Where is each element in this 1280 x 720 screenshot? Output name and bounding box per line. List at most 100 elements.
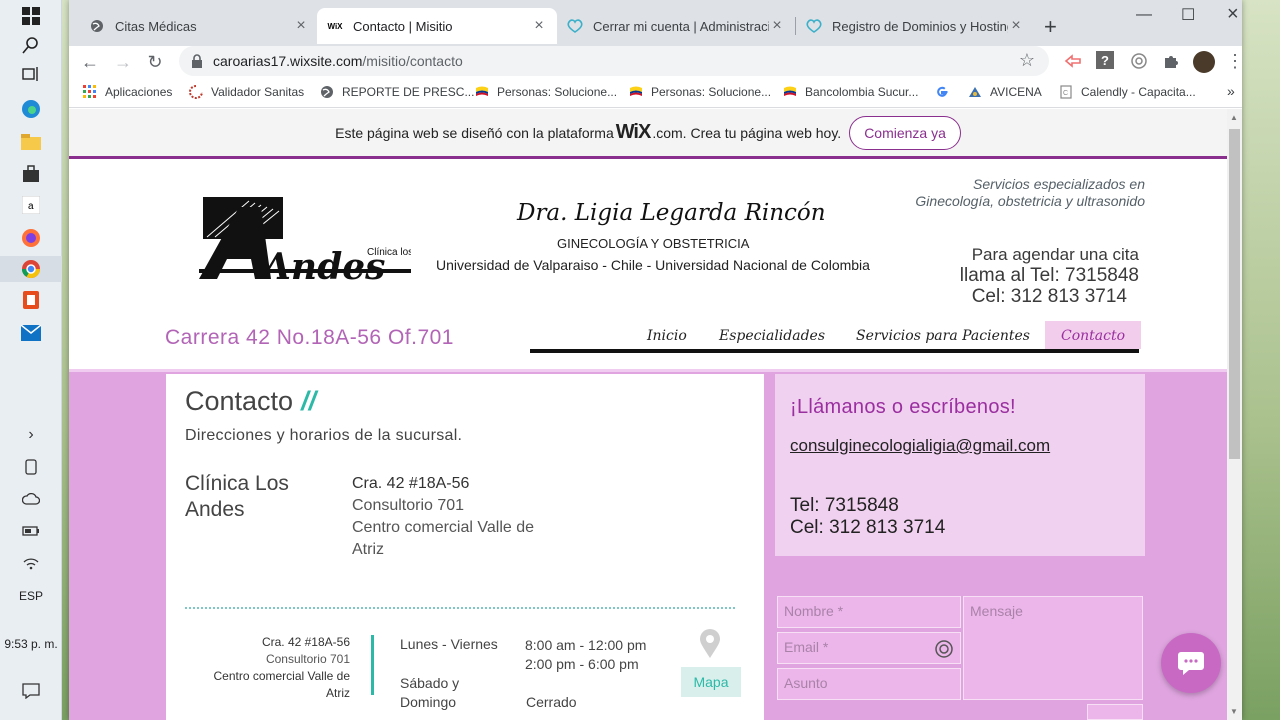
google-icon <box>937 86 948 97</box>
tab-citas-medicas[interactable]: Citas Médicas × <box>79 8 319 44</box>
svg-text:a: a <box>28 201 34 212</box>
star-bookmark-icon[interactable]: ☆ <box>1019 50 1035 71</box>
contact-card: Contacto// Direcciones y horarios de la … <box>166 374 764 720</box>
contact-title: Contacto// <box>185 386 317 416</box>
edge-icon[interactable] <box>19 97 43 121</box>
firefox-icon[interactable] <box>19 226 43 250</box>
close-tab-icon[interactable]: × <box>293 17 309 35</box>
bookmark-calendly[interactable]: C Calendly - Capacita... <box>1059 85 1196 99</box>
language-indicator[interactable]: ESP <box>0 589 62 603</box>
phone-icon[interactable] <box>19 455 43 479</box>
back-arrow-icon[interactable]: ← <box>78 50 102 74</box>
nav-inicio[interactable]: Inicio <box>647 328 687 344</box>
bookmark-bancolombia[interactable]: Bancolombia Sucur... <box>783 85 918 99</box>
bookmark-apps[interactable]: Aplicaciones <box>83 85 172 99</box>
branch-address-small: Cra. 42 #18A-56 Consultorio 701 Centro c… <box>213 635 350 700</box>
tab-registro-dominios[interactable]: Registro de Dominios y Hosting en × <box>796 8 1034 44</box>
bookmark-avicena[interactable]: AVICENA <box>968 85 1042 99</box>
heart-logo-icon <box>806 18 822 34</box>
logo-wordmark: Andes <box>260 246 385 285</box>
name-input[interactable]: Nombre * <box>777 596 961 628</box>
email-input[interactable]: Email * <box>777 632 961 664</box>
headset-icon[interactable] <box>1129 51 1149 71</box>
doctor-specialty: GINECOLOGÍA Y OBSTETRICIA <box>557 236 750 251</box>
toolbar: ← → ↻ caroarias17.wixsite.com/misitio/co… <box>69 46 1245 78</box>
reload-icon[interactable]: ↻ <box>143 50 167 74</box>
web-page: Este página web se diseñó con la platafo… <box>69 109 1242 720</box>
main-nav: Inicio Especialidades Servicios para Pac… <box>530 321 1142 353</box>
close-tab-icon[interactable]: × <box>769 17 785 35</box>
globe-icon <box>321 86 333 98</box>
battery-icon[interactable] <box>19 519 43 543</box>
more-bookmarks-icon[interactable]: » <box>1227 83 1235 99</box>
bookmarks-bar: Aplicaciones Validador Sanitas REPORTE D… <box>69 78 1242 108</box>
tab-title: Citas Médicas <box>115 18 197 34</box>
scroll-down-icon[interactable]: ▼ <box>1230 707 1238 716</box>
minimize-button[interactable]: — <box>1136 6 1152 24</box>
scroll-up-icon[interactable]: ▲ <box>1230 113 1238 122</box>
tab-cerrar-cuenta[interactable]: Cerrar mi cuenta | Administración × <box>557 8 795 44</box>
site-header: Clínica los Andes Dra. Ligia Legarda Rin… <box>69 162 1227 369</box>
map-button[interactable]: Mapa <box>681 667 741 697</box>
address-bar[interactable]: caroarias17.wixsite.com/misitio/contacto… <box>179 46 1049 76</box>
nav-servicios-pacientes[interactable]: Servicios para Pacientes <box>856 328 1030 344</box>
extension-arrow-icon[interactable] <box>1063 51 1083 71</box>
new-tab-button[interactable]: + <box>1044 14 1057 40</box>
heart-logo-icon <box>567 18 583 34</box>
chevron-right-icon[interactable]: › <box>19 423 43 447</box>
call-heading: ¡Llámanos o escríbenos! <box>790 396 1016 418</box>
colombia-flag-icon <box>784 86 796 96</box>
bookmark-reporte-presc[interactable]: REPORTE DE PRESC... <box>320 85 474 99</box>
url-text[interactable]: caroarias17.wixsite.com/misitio/contacto <box>213 53 463 69</box>
nav-especialidades[interactable]: Especialidades <box>719 328 825 344</box>
windows-start-icon[interactable] <box>19 4 43 28</box>
scrollbar-thumb[interactable] <box>1229 129 1240 459</box>
onedrive-icon[interactable] <box>19 487 43 511</box>
mail-icon[interactable] <box>19 321 43 345</box>
message-textarea[interactable]: Mensaje <box>963 596 1143 700</box>
profile-avatar[interactable] <box>1193 51 1215 73</box>
lock-icon <box>192 54 202 68</box>
tab-title: Cerrar mi cuenta | Administración <box>593 18 769 34</box>
chat-button[interactable] <box>1161 633 1221 693</box>
apps-grid-icon <box>83 85 96 98</box>
colombia-flag-icon <box>476 86 488 96</box>
menu-kebab-icon[interactable]: ⋮ <box>1225 51 1245 71</box>
store-icon[interactable] <box>19 162 43 186</box>
maximize-button[interactable]: ☐ <box>1181 5 1195 25</box>
amazon-icon[interactable]: a <box>19 193 43 217</box>
wifi-icon[interactable] <box>19 551 43 575</box>
send-button[interactable] <box>1087 704 1143 720</box>
scrollbar[interactable]: ▲ ▼ <box>1227 109 1242 720</box>
contact-subtitle: Direcciones y horarios de la sucursal. <box>185 427 463 444</box>
comienza-ya-button[interactable]: Comienza ya <box>849 115 961 150</box>
doctor-universities: Universidad de Valparaiso - Chile - Univ… <box>436 257 870 273</box>
appointment-info: Para agendar una cita llama al Tel: 7315… <box>959 245 1139 307</box>
forward-arrow-icon[interactable]: → <box>111 50 135 74</box>
office-icon[interactable] <box>19 288 43 312</box>
nav-contacto[interactable]: Contacto <box>1045 321 1142 349</box>
close-tab-icon[interactable]: × <box>531 17 547 35</box>
notifications-icon[interactable] <box>19 679 43 703</box>
subject-input[interactable]: Asunto <box>777 668 961 700</box>
search-icon[interactable] <box>19 33 43 57</box>
chat-bubble-icon <box>1178 652 1204 675</box>
task-view-icon[interactable] <box>19 62 43 86</box>
password-manager-icon[interactable] <box>934 639 954 659</box>
sanitas-icon <box>189 85 203 99</box>
wix-logo: WiX <box>615 121 652 143</box>
close-tab-icon[interactable]: × <box>1008 17 1024 35</box>
bookmark-validador-sanitas[interactable]: Validador Sanitas <box>189 85 304 99</box>
help-extension-icon[interactable]: ? <box>1096 51 1114 69</box>
tab-contacto[interactable]: WiX Contacto | Misitio × <box>317 8 557 44</box>
email-link[interactable]: consulginecologialigia@gmail.com <box>790 436 1050 456</box>
clinica-los-andes-logo[interactable]: Clínica los Andes <box>199 197 413 288</box>
bookmark-personas-2[interactable]: Personas: Solucione... <box>629 85 771 99</box>
chrome-icon[interactable] <box>0 256 62 282</box>
clock[interactable]: 9:53 p. m. <box>0 637 62 651</box>
file-explorer-icon[interactable] <box>19 130 43 154</box>
puzzle-extensions-icon[interactable] <box>1161 51 1181 71</box>
bookmark-personas-1[interactable]: Personas: Solucione... <box>475 85 617 99</box>
bookmark-google[interactable] <box>935 85 957 99</box>
close-window-button[interactable]: × <box>1227 3 1239 26</box>
